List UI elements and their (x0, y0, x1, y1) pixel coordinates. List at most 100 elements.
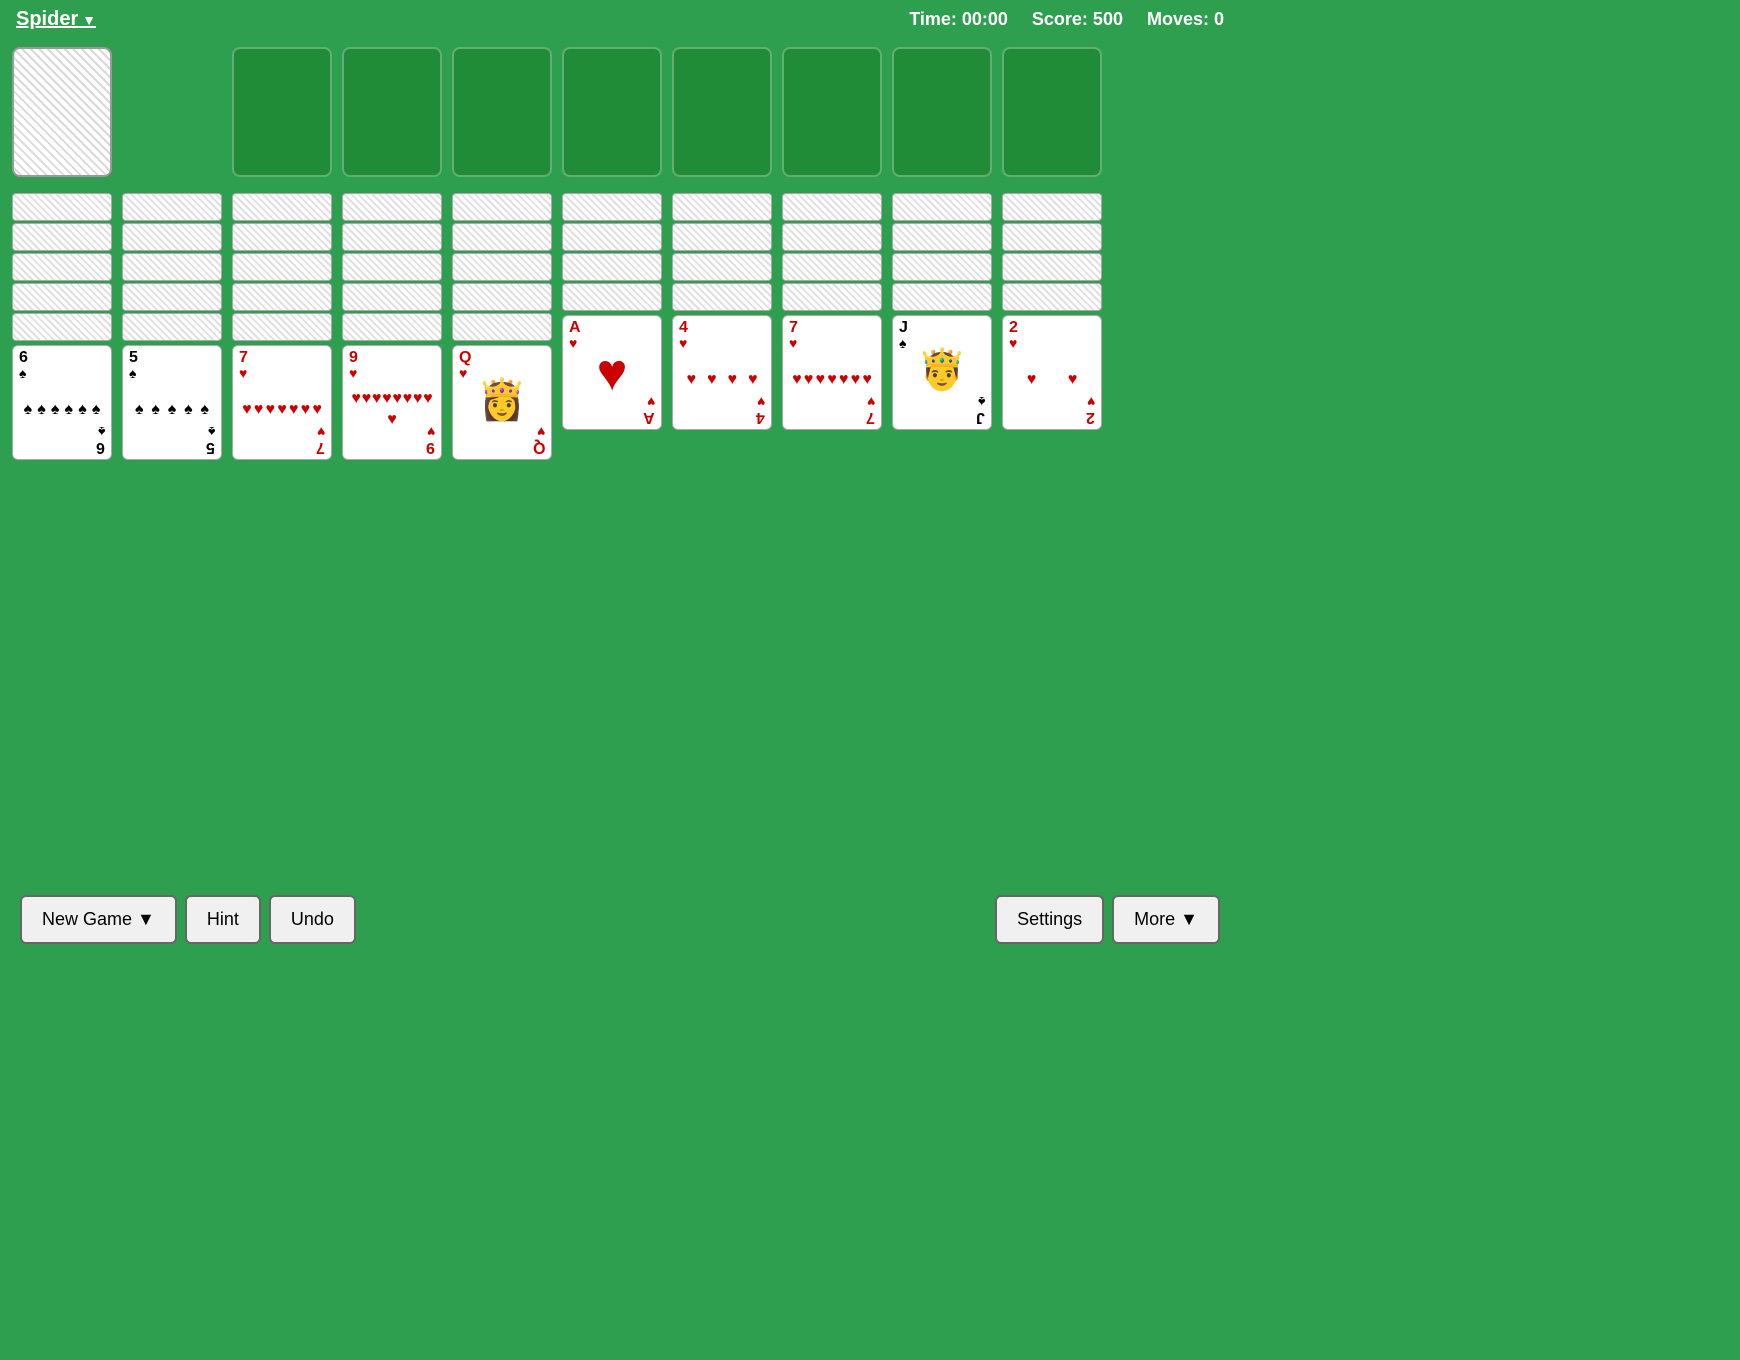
card-rank-bottom: Q (533, 439, 545, 455)
column-0[interactable]: 6 ♠ ♠♠ ♠♠ ♠♠ 6 ♠ (12, 193, 112, 460)
card-suit: ♥ (239, 366, 247, 380)
face-down-card (342, 313, 442, 341)
card-suit-bottom: ♥ (537, 425, 545, 439)
face-down-card (1002, 193, 1102, 221)
card-rank-bottom: J (976, 409, 985, 425)
column-1[interactable]: 5 ♠ ♠♠ ♠♠ ♠ 5 ♠ (122, 193, 222, 460)
face-up-card-queen[interactable]: Q ♥ 👸 Q ♥ (452, 345, 552, 460)
card-rank-bottom: A (643, 409, 655, 425)
undo-button[interactable]: Undo (269, 895, 356, 944)
face-down-card (452, 283, 552, 311)
new-game-button[interactable]: New Game ▼ (20, 895, 177, 944)
top-row (12, 47, 1228, 177)
card-suit-bottom: ♠ (208, 425, 215, 439)
footer: New Game ▼ Hint Undo Settings More ▼ (0, 895, 1240, 944)
face-down-card (232, 223, 332, 251)
foundation-3[interactable] (562, 47, 662, 177)
card-suit-bottom: ♥ (867, 395, 875, 409)
face-down-card (562, 283, 662, 311)
stock-pile[interactable] (12, 47, 112, 177)
card-suit: ♠ (19, 366, 26, 380)
column-8[interactable]: J ♠ 🤴 J ♠ (892, 193, 992, 430)
card-suit: ♥ (789, 336, 797, 350)
card-suit-bottom: ♥ (757, 395, 765, 409)
foundation-4[interactable] (672, 47, 772, 177)
face-down-card (562, 253, 662, 281)
card-suit: ♠ (899, 336, 906, 350)
face-down-card (452, 313, 552, 341)
face-down-card (562, 223, 662, 251)
card-rank: 9 (349, 350, 358, 366)
face-down-card (342, 193, 442, 221)
face-up-card[interactable]: 7 ♥ ♥♥ ♥♥ ♥♥ ♥ 7 ♥ (782, 315, 882, 430)
header: Spider Time: 00:00 Score: 500 Moves: 0 (0, 0, 1240, 39)
card-suit: ♥ (459, 366, 467, 380)
card-rank-bottom: 6 (96, 439, 105, 455)
stock-spacer (122, 47, 222, 177)
more-button[interactable]: More ▼ (1112, 895, 1220, 944)
queen-figure: 👸 (477, 376, 527, 423)
face-down-card (232, 193, 332, 221)
tableau: 6 ♠ ♠♠ ♠♠ ♠♠ 6 ♠ 5 ♠ ♠ ♠ (12, 193, 1228, 460)
card-rank: 6 (19, 350, 28, 366)
stock-back-pattern (14, 49, 110, 175)
face-up-card[interactable]: 5 ♠ ♠♠ ♠♠ ♠ 5 ♠ (122, 345, 222, 460)
face-down-card (892, 253, 992, 281)
card-rank-bottom: 4 (756, 409, 765, 425)
face-up-card[interactable]: 4 ♥ ♥♥ ♥♥ 4 ♥ (672, 315, 772, 430)
card-suit-bottom: ♠ (98, 425, 105, 439)
settings-button[interactable]: Settings (995, 895, 1104, 944)
face-down-card (782, 223, 882, 251)
game-area: 6 ♠ ♠♠ ♠♠ ♠♠ 6 ♠ 5 ♠ ♠ ♠ (0, 39, 1240, 468)
card-suit: ♥ (349, 366, 357, 380)
column-3[interactable]: 9 ♥ ♥♥ ♥♥ ♥♥ ♥♥ ♥ 9 ♥ (342, 193, 442, 460)
card-rank: Q (459, 350, 471, 366)
card-pips: ♠♠ ♠♠ ♠ (123, 384, 221, 435)
face-down-card (452, 253, 552, 281)
column-4[interactable]: Q ♥ 👸 Q ♥ (452, 193, 552, 460)
face-down-card (1002, 223, 1102, 251)
face-up-card-jack[interactable]: J ♠ 🤴 J ♠ (892, 315, 992, 430)
face-down-card (672, 253, 772, 281)
card-rank: 2 (1009, 320, 1018, 336)
face-down-card (12, 223, 112, 251)
card-pips: ♠♠ ♠♠ ♠♠ (13, 384, 111, 435)
foundation-2[interactable] (452, 47, 552, 177)
ace-center-pip: ♥ (597, 343, 628, 403)
game-title[interactable]: Spider (16, 8, 96, 31)
column-7[interactable]: 7 ♥ ♥♥ ♥♥ ♥♥ ♥ 7 ♥ (782, 193, 882, 430)
face-down-card (342, 223, 442, 251)
hint-button[interactable]: Hint (185, 895, 261, 944)
foundation-6[interactable] (892, 47, 992, 177)
face-down-card (1002, 253, 1102, 281)
card-suit: ♥ (679, 336, 687, 350)
card-rank: 7 (789, 320, 798, 336)
face-down-card (452, 193, 552, 221)
face-down-card (122, 193, 222, 221)
footer-right-buttons: Settings More ▼ (995, 895, 1220, 944)
face-up-card[interactable]: 6 ♠ ♠♠ ♠♠ ♠♠ 6 ♠ (12, 345, 112, 460)
foundation-1[interactable] (342, 47, 442, 177)
card-rank-bottom: 5 (206, 439, 215, 455)
column-6[interactable]: 4 ♥ ♥♥ ♥♥ 4 ♥ (672, 193, 772, 430)
foundation-7[interactable] (1002, 47, 1102, 177)
score-display: Score: 500 (1032, 9, 1123, 30)
face-down-card (122, 313, 222, 341)
time-display: Time: 00:00 (909, 9, 1008, 30)
face-down-card (12, 193, 112, 221)
card-suit-bottom: ♥ (1087, 395, 1095, 409)
face-up-card[interactable]: 2 ♥ ♥♥ 2 ♥ (1002, 315, 1102, 430)
face-up-card[interactable]: 7 ♥ ♥♥ ♥♥ ♥♥ ♥ 7 ♥ (232, 345, 332, 460)
column-9[interactable]: 2 ♥ ♥♥ 2 ♥ (1002, 193, 1102, 430)
face-up-card-ace[interactable]: A ♥ ♥ A ♥ (562, 315, 662, 430)
foundation-5[interactable] (782, 47, 882, 177)
foundation-0[interactable] (232, 47, 332, 177)
column-5[interactable]: A ♥ ♥ A ♥ (562, 193, 662, 430)
face-down-card (342, 283, 442, 311)
card-rank: 4 (679, 320, 688, 336)
column-2[interactable]: 7 ♥ ♥♥ ♥♥ ♥♥ ♥ 7 ♥ (232, 193, 332, 460)
card-suit-bottom: ♥ (317, 425, 325, 439)
face-up-card[interactable]: 9 ♥ ♥♥ ♥♥ ♥♥ ♥♥ ♥ 9 ♥ (342, 345, 442, 460)
stats: Time: 00:00 Score: 500 Moves: 0 (909, 9, 1224, 30)
face-down-card (122, 283, 222, 311)
